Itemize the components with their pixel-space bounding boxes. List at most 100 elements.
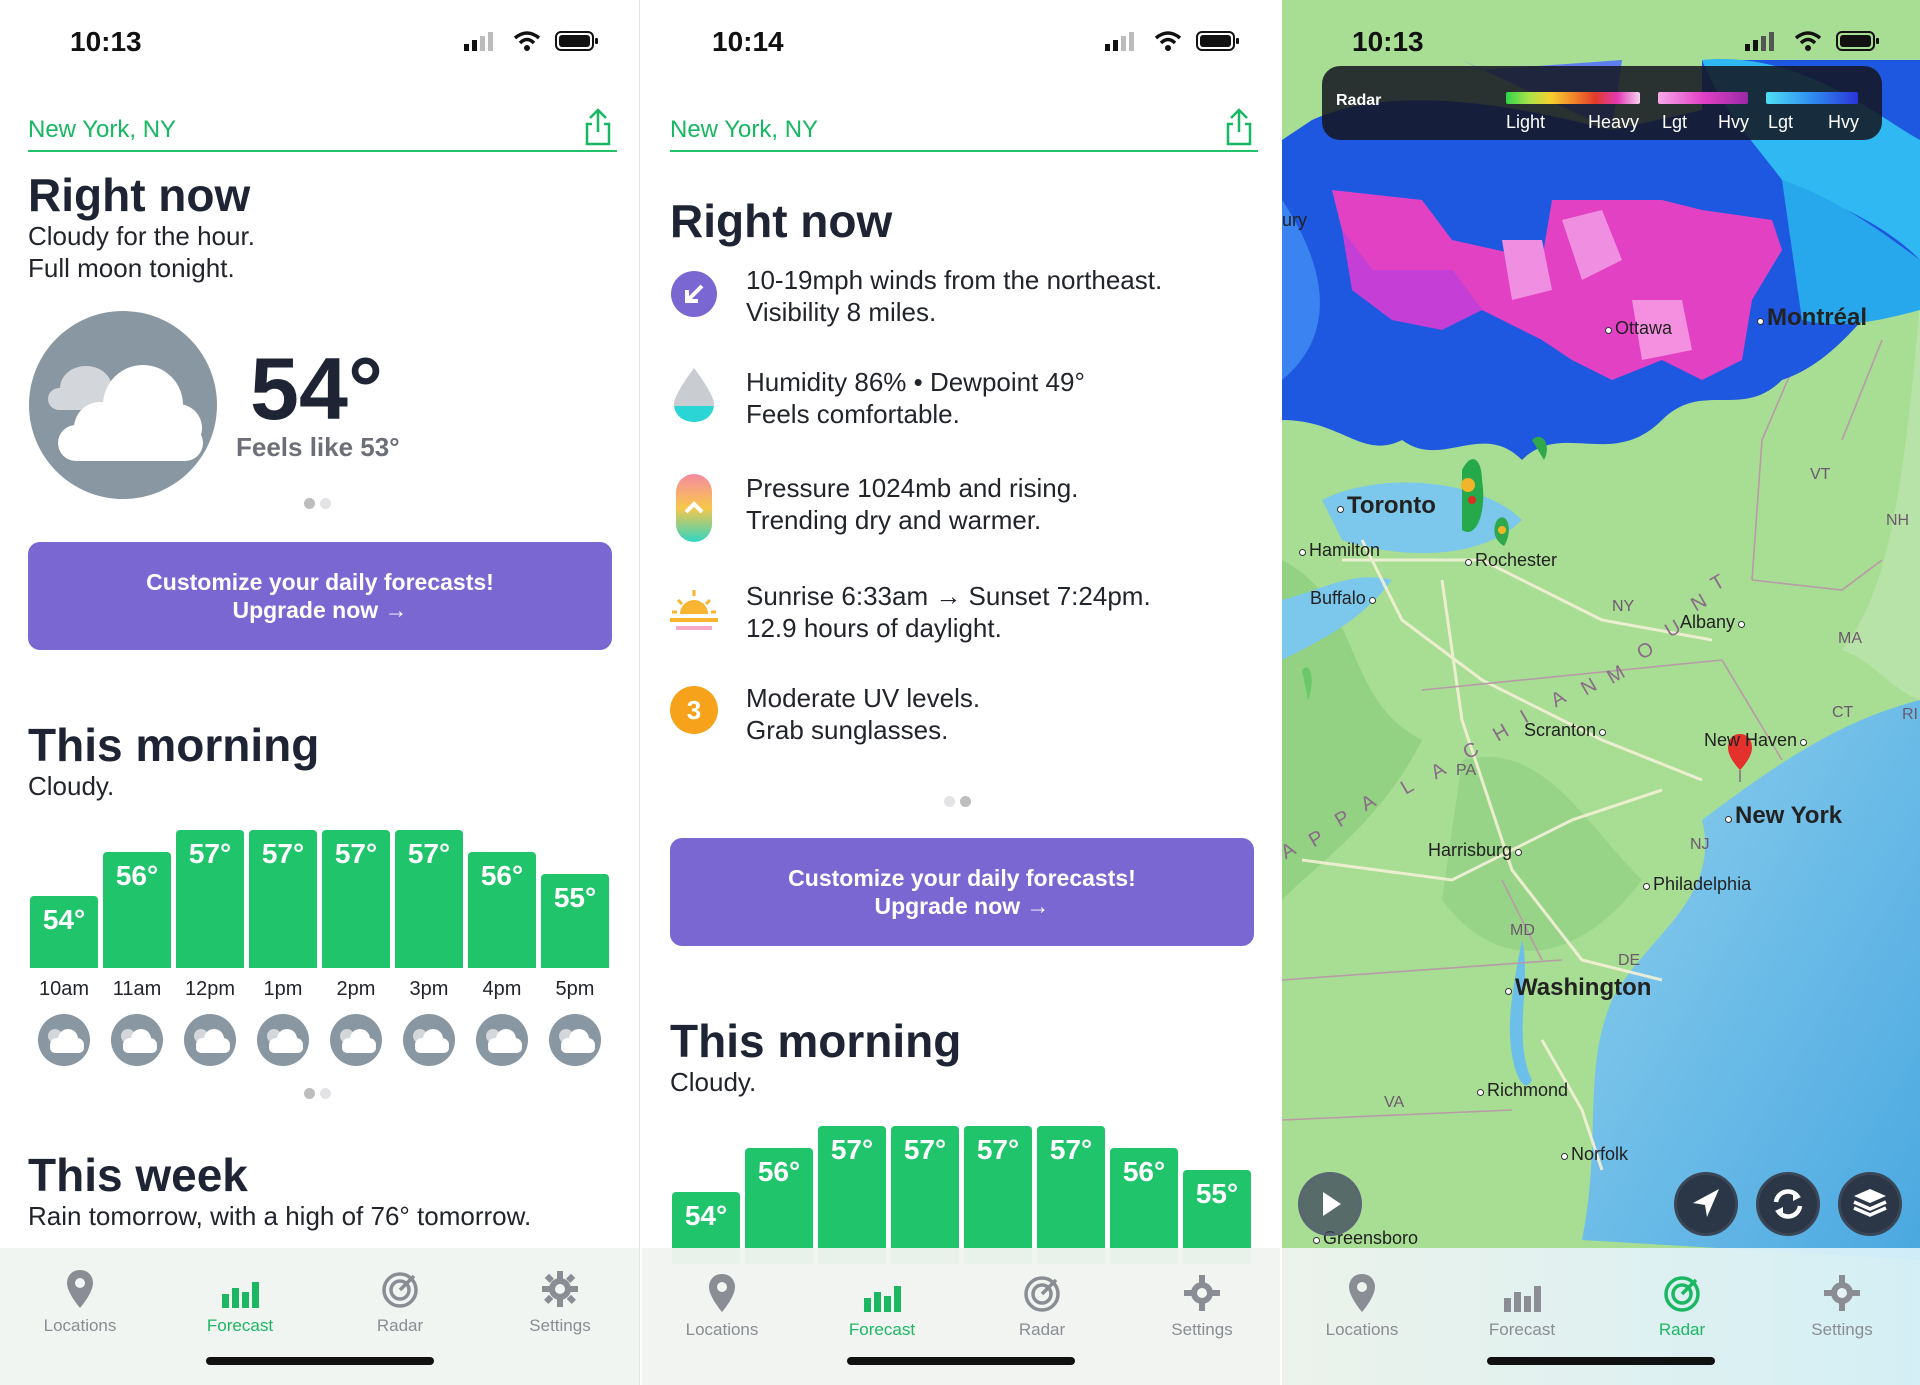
location-arrow-icon [1693, 1189, 1719, 1217]
hourly-cloudy-icon [257, 1014, 309, 1066]
play-icon [1323, 1192, 1341, 1216]
hourly-temp-bar: 56° [1110, 1148, 1178, 1264]
tab-bar: Locations Forecast Radar Settings [642, 1248, 1280, 1385]
home-indicator [205, 1357, 434, 1365]
legend-rain-light: Light [1506, 112, 1546, 132]
status-bar: 10:14 [642, 22, 1280, 62]
tab-bar: Locations Forecast Radar Settings [1282, 1248, 1920, 1385]
feels-like: Feels like 53° [236, 432, 400, 462]
status-bar: 10:13 [1282, 22, 1920, 62]
state-label-ri: RI [1902, 706, 1918, 723]
uv-item: 3 Moderate UV levels. Grab sunglasses. [670, 682, 1260, 762]
page-indicator[interactable] [944, 794, 984, 807]
this-morning-sub: Cloudy. [670, 1067, 757, 1097]
tab-forecast[interactable]: Forecast [812, 1272, 952, 1340]
state-label-nj: NJ [1690, 836, 1710, 853]
pressure-rising-icon [676, 474, 712, 542]
refresh-icon [1773, 1189, 1803, 1219]
hourly-cloudy-icon [549, 1014, 601, 1066]
bar-chart-icon [1504, 1286, 1541, 1312]
bar-chart-icon [222, 1282, 259, 1308]
map-label-buffalo: Buffalo [1310, 588, 1379, 609]
hourly-cloudy-icon [403, 1014, 455, 1066]
location-header: New York, NY [670, 104, 1258, 152]
upgrade-line2: Upgrade now → [874, 893, 1050, 919]
cellular-signal-icon [464, 32, 494, 51]
humidity-item: Humidity 86% • Dewpoint 49° Feels comfort… [670, 366, 1260, 446]
tab-radar[interactable]: Radar [1612, 1272, 1752, 1340]
layers-button[interactable] [1838, 1172, 1902, 1236]
uv-index-badge: 3 [670, 686, 718, 734]
gear-icon [542, 1271, 578, 1307]
hourly-temp-bar: 56° [468, 852, 536, 968]
legend-title: Radar [1336, 92, 1382, 109]
cellular-signal-icon [1745, 32, 1775, 51]
state-label-de: DE [1618, 952, 1641, 969]
tab-radar[interactable]: Radar [972, 1272, 1112, 1340]
cloudy-icon [29, 311, 217, 499]
layers-icon [1853, 1189, 1887, 1217]
right-now-line1: Cloudy for the hour. [28, 221, 255, 251]
tab-settings[interactable]: Settings [1772, 1272, 1912, 1340]
tab-radar[interactable]: Radar [330, 1268, 470, 1336]
upgrade-line1: Customize your daily forecasts! [788, 865, 1136, 891]
map-label-norfolk: Norfolk [1558, 1144, 1628, 1165]
legend-snow-heavy: Hvy [1828, 112, 1859, 132]
radar-icon [1664, 1276, 1700, 1312]
status-time: 10:13 [70, 26, 142, 57]
hourly-bars: 54° 56° 57° 57° 57° 57° 56° 55° [672, 1126, 1254, 1264]
hourly-bars: 54° 56° 57° 57° 57° 57° 56° 55° [30, 830, 612, 968]
location-name[interactable]: New York, NY [28, 116, 176, 144]
map-label-new-haven: New Haven [1704, 730, 1810, 751]
water-drop-icon [674, 368, 714, 422]
share-icon[interactable] [1224, 106, 1254, 146]
tab-locations[interactable]: Locations [652, 1272, 792, 1340]
tab-forecast[interactable]: Forecast [170, 1268, 310, 1336]
hourly-temp-bar: 57° [395, 830, 463, 968]
tab-locations[interactable]: Locations [1292, 1272, 1432, 1340]
forecast-screen-2: 10:14 New York, NY Right now 10-19mph wi… [642, 0, 1280, 1385]
hourly-temp-bar: 54° [30, 896, 98, 968]
location-name[interactable]: New York, NY [670, 116, 818, 144]
state-label-va: VA [1384, 1094, 1405, 1111]
status-bar: 10:13 [0, 22, 639, 62]
hourly-page-indicator[interactable] [304, 1086, 344, 1099]
state-label-ma: MA [1838, 630, 1862, 647]
play-button[interactable] [1298, 1172, 1362, 1236]
hourly-temp-bar: 57° [322, 830, 390, 968]
map-label-richmond: Richmond [1474, 1080, 1568, 1101]
map-label-harrisburg: Harrisburg [1428, 840, 1525, 861]
battery-icon [555, 31, 598, 51]
this-week-title: This week [28, 1149, 248, 1201]
state-label-vt: VT [1810, 466, 1831, 483]
right-now-title: Right now [28, 169, 251, 221]
hourly-temp-bar: 57° [176, 830, 244, 968]
hourly-cloudy-icon [184, 1014, 236, 1066]
gear-icon [1824, 1275, 1860, 1311]
radar-icon [1024, 1276, 1060, 1312]
map-label-toronto: Toronto [1334, 492, 1436, 520]
radar-screen: ury Ottawa Montréal Toronto Hamilton Roc… [1282, 0, 1920, 1385]
refresh-button[interactable] [1756, 1172, 1820, 1236]
tab-settings[interactable]: Settings [490, 1268, 630, 1336]
map-label-albany: Albany [1680, 612, 1748, 633]
location-pin-icon [709, 1274, 735, 1312]
legend-snow-light: Lgt [1768, 112, 1794, 132]
right-now-title: Right now [670, 195, 893, 247]
tab-settings[interactable]: Settings [1132, 1272, 1272, 1340]
home-indicator [1487, 1357, 1715, 1365]
upgrade-card[interactable]: Customize your daily forecasts! Upgrade … [670, 838, 1254, 946]
upgrade-card[interactable]: Customize your daily forecasts! Upgrade … [28, 542, 612, 650]
status-time: 10:13 [1352, 26, 1424, 57]
tab-forecast[interactable]: Forecast [1452, 1272, 1592, 1340]
map-label-new-york: New York [1722, 802, 1842, 830]
page-indicator[interactable] [304, 496, 344, 509]
tab-locations[interactable]: Locations [10, 1268, 150, 1336]
wind-direction-icon [671, 271, 717, 317]
battery-icon [1196, 31, 1239, 51]
sunrise-item: Sunrise 6:33am → Sunset 7:24pm. 12.9 hour… [670, 580, 1260, 660]
map-label-rochester: Rochester [1462, 550, 1557, 571]
share-icon[interactable] [583, 106, 613, 146]
legend-mix-scale [1658, 92, 1748, 104]
locate-button[interactable] [1674, 1172, 1738, 1236]
